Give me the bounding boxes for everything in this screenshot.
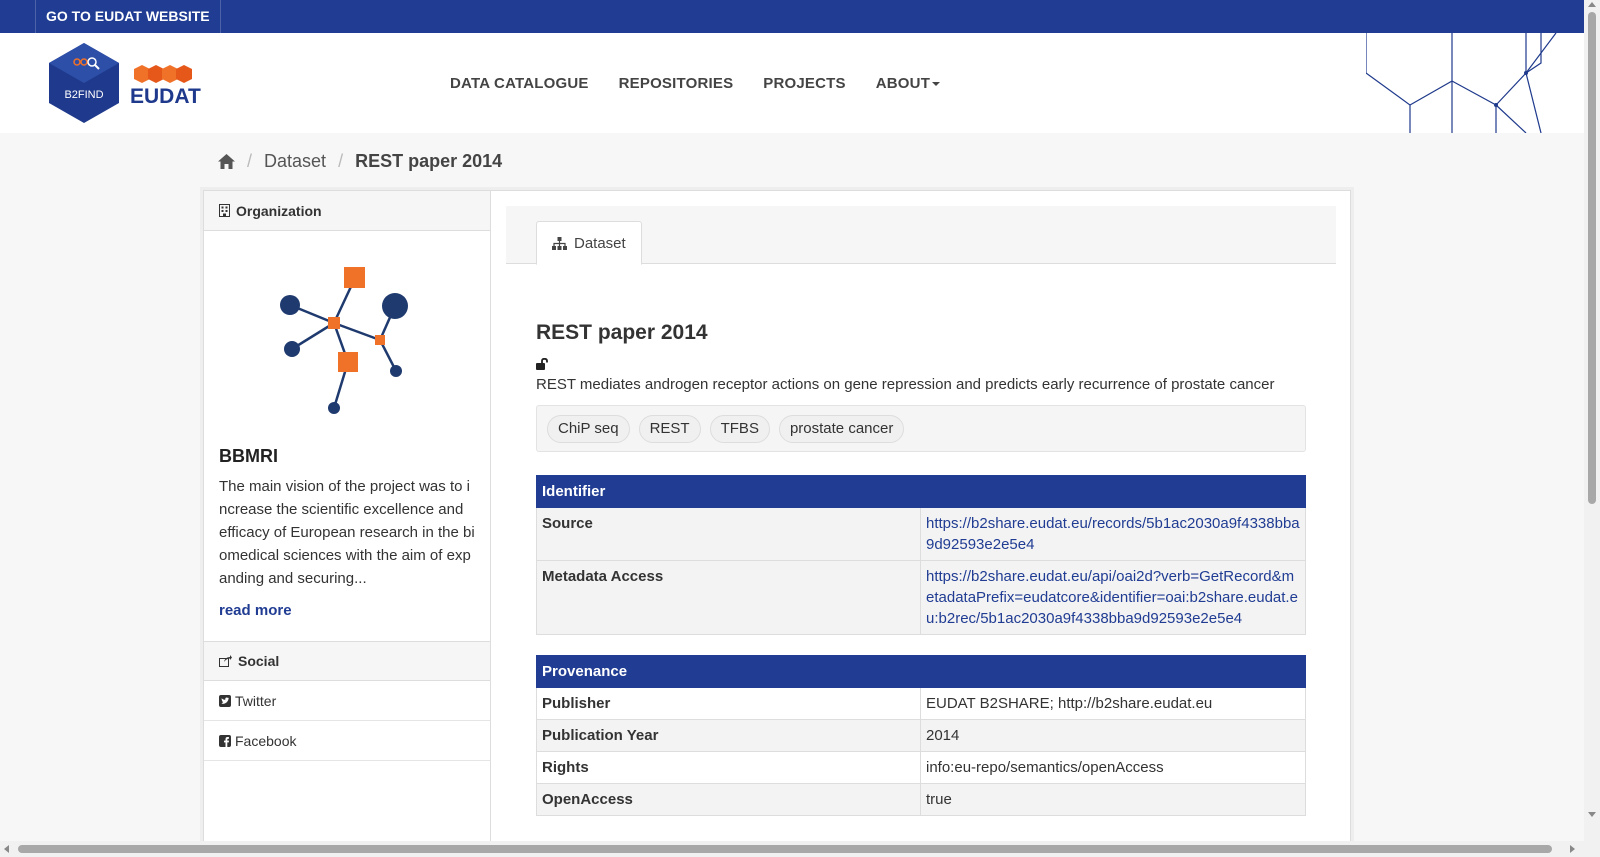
provenance-heading: Provenance — [536, 655, 1306, 688]
tag-prostate-cancer[interactable]: prostate cancer — [778, 414, 905, 443]
nav-about[interactable]: ABOUT — [875, 74, 941, 92]
table-row: Metadata Access https://b2share.eudat.eu… — [536, 560, 1306, 635]
table-row: Rights info:eu-repo/semantics/openAccess — [536, 751, 1306, 784]
b2find-eudat-logo[interactable]: B2FIND EUDAT — [48, 41, 203, 125]
facebook-label: Facebook — [235, 732, 297, 749]
breadcrumb-separator: / — [338, 150, 344, 171]
svg-text:B2FIND: B2FIND — [64, 89, 103, 101]
table-row: Source https://b2share.eudat.eu/records/… — [536, 507, 1306, 561]
caret-down-icon — [932, 81, 941, 86]
tab-dataset[interactable]: Dataset — [536, 221, 642, 265]
scroll-down-arrow-icon[interactable] — [1588, 812, 1596, 817]
dataset-description: REST mediates androgen receptor actions … — [536, 376, 1275, 393]
row-label: OpenAccess — [536, 783, 921, 816]
row-label: Rights — [536, 751, 921, 784]
row-value: true — [920, 783, 1306, 816]
row-value: EUDAT B2SHARE; http://b2share.eudat.eu — [920, 687, 1306, 720]
organization-heading-label: Organization — [236, 202, 322, 219]
organization-heading: Organization — [204, 191, 490, 231]
row-value: https://b2share.eudat.eu/api/oai2d?verb=… — [920, 560, 1306, 635]
breadcrumb-separator: / — [247, 150, 253, 171]
breadcrumb-dataset[interactable]: Dataset — [264, 151, 326, 172]
tag-chip-seq[interactable]: ChiP seq — [547, 414, 630, 443]
nav-repositories[interactable]: REPOSITORIES — [619, 75, 734, 92]
horizontal-scroll-thumb[interactable] — [18, 845, 1552, 853]
horizontal-scrollbar[interactable] — [0, 841, 1584, 857]
identifier-heading: Identifier — [536, 475, 1306, 508]
vertical-scrollbar[interactable] — [1584, 0, 1600, 857]
hexagon-decoration — [1366, 33, 1557, 133]
nav-about-label: ABOUT — [875, 74, 931, 92]
breadcrumb-current[interactable]: REST paper 2014 — [355, 151, 502, 172]
vertical-scroll-thumb[interactable] — [1588, 12, 1596, 504]
source-link[interactable]: https://b2share.eudat.eu/records/5b1ac20… — [926, 515, 1300, 553]
facebook-icon — [219, 734, 231, 747]
bbmri-logo — [280, 267, 408, 414]
social-heading-label: Social — [238, 653, 280, 669]
tag-rest[interactable]: REST — [638, 414, 701, 443]
sidebar: Organization BBMRI The main vision of th… — [204, 191, 491, 851]
share-icon — [219, 655, 232, 667]
top-bar: GO TO EUDAT WEBSITE — [0, 0, 1584, 33]
breadcrumb: / Dataset / REST paper 2014 — [218, 150, 502, 172]
twitter-icon — [219, 694, 231, 707]
dataset-content: REST paper 2014 REST mediates androgen r… — [536, 321, 1306, 816]
identifier-table: Identifier Source https://b2share.eudat.… — [536, 475, 1306, 635]
social-item-twitter[interactable]: Twitter — [204, 681, 490, 721]
social-heading: Social — [204, 641, 490, 681]
tag-tfbs[interactable]: TFBS — [709, 414, 770, 443]
row-value: https://b2share.eudat.eu/records/5b1ac20… — [920, 507, 1306, 561]
row-label: Publisher — [536, 687, 921, 720]
social-section: Social Twitter Facebook — [204, 641, 490, 761]
eudat-website-link[interactable]: GO TO EUDAT WEBSITE — [35, 0, 221, 33]
row-label: Source — [536, 507, 921, 561]
content-wrapper: Organization BBMRI The main vision of th… — [203, 190, 1351, 851]
organization-description: The main vision of the project was to in… — [219, 478, 475, 587]
row-value: 2014 — [920, 719, 1306, 752]
metadata-access-link[interactable]: https://b2share.eudat.eu/api/oai2d?verb=… — [926, 568, 1298, 627]
table-row: Publication Year 2014 — [536, 719, 1306, 752]
scroll-up-arrow-icon[interactable] — [1588, 2, 1596, 7]
building-icon — [219, 204, 230, 217]
home-icon[interactable] — [218, 153, 235, 169]
nav-projects[interactable]: PROJECTS — [763, 75, 845, 92]
scroll-right-arrow-icon[interactable] — [1570, 845, 1575, 853]
sitemap-icon — [552, 236, 567, 250]
row-label: Publication Year — [536, 719, 921, 752]
nav-data-catalogue[interactable]: DATA CATALOGUE — [450, 75, 589, 92]
main-nav: DATA CATALOGUE REPOSITORIES PROJECTS ABO… — [450, 33, 941, 133]
masthead: B2FIND EUDAT DATA CATALOGUE REPOSITORIES… — [0, 33, 1584, 133]
main-content: Dataset REST paper 2014 REST mediates an… — [506, 206, 1336, 816]
tab-bar: Dataset — [506, 206, 1336, 265]
dataset-title: REST paper 2014 — [536, 321, 708, 344]
organization-name: BBMRI — [219, 446, 278, 466]
provenance-table: Provenance Publisher EUDAT B2SHARE; http… — [536, 655, 1306, 816]
unlock-icon — [536, 357, 1306, 371]
row-label: Metadata Access — [536, 560, 921, 635]
tag-list: ChiP seq REST TFBS prostate cancer — [536, 405, 1306, 452]
tab-dataset-label: Dataset — [574, 234, 626, 252]
scroll-left-arrow-icon[interactable] — [4, 845, 9, 853]
table-row: OpenAccess true — [536, 783, 1306, 816]
read-more-link[interactable]: read more — [219, 602, 475, 619]
row-value: info:eu-repo/semantics/openAccess — [920, 751, 1306, 784]
table-row: Publisher EUDAT B2SHARE; http://b2share.… — [536, 687, 1306, 720]
organization-image[interactable] — [204, 231, 490, 431]
svg-text:EUDAT: EUDAT — [130, 85, 201, 108]
social-item-facebook[interactable]: Facebook — [204, 721, 490, 761]
twitter-label: Twitter — [235, 692, 277, 709]
